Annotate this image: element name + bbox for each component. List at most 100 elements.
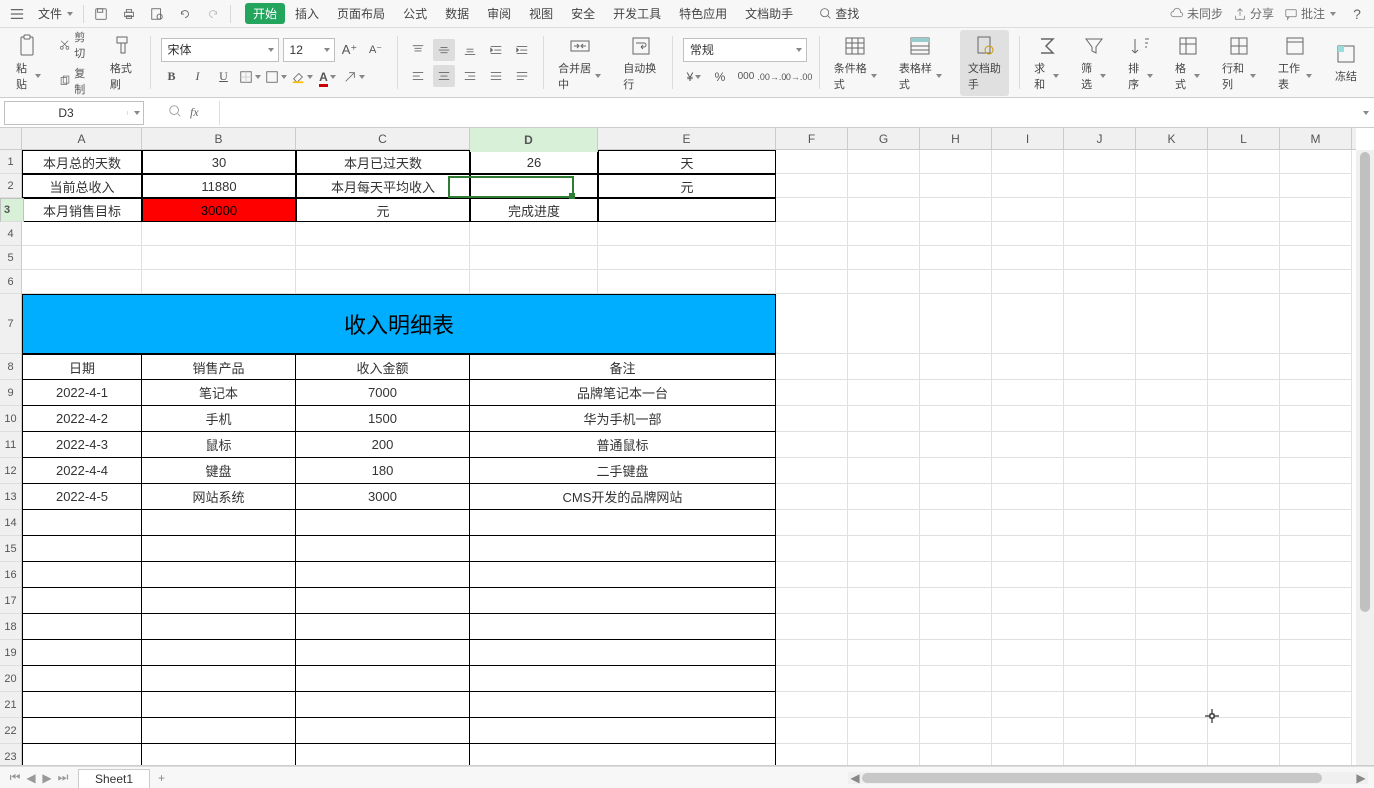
cell-E4[interactable] (598, 222, 776, 246)
filter-button[interactable]: 筛选 (1077, 34, 1110, 92)
cell[interactable] (1208, 246, 1280, 270)
col-header-B[interactable]: B (142, 128, 296, 149)
cell-amount-15[interactable] (296, 744, 470, 766)
clear-format-icon[interactable] (343, 66, 365, 88)
cell[interactable] (920, 432, 992, 458)
cell-L1[interactable] (1208, 150, 1280, 174)
comment-btn[interactable]: 批注 (1284, 5, 1336, 22)
cell[interactable] (776, 640, 848, 666)
undo-icon[interactable] (174, 3, 196, 25)
cell[interactable] (1208, 562, 1280, 588)
cell[interactable] (776, 666, 848, 692)
cell[interactable] (1208, 484, 1280, 510)
select-all-corner[interactable] (0, 128, 22, 150)
merge-button[interactable]: 合并居中 (554, 34, 605, 92)
tab-prev-icon[interactable]: ◀ (24, 771, 38, 785)
format-button[interactable]: 格式 (1171, 34, 1204, 92)
cell[interactable] (848, 270, 920, 294)
cell[interactable] (992, 246, 1064, 270)
cell-date-2[interactable]: 2022-4-2 (22, 406, 142, 432)
cell-date-15[interactable] (22, 744, 142, 766)
cell[interactable] (1064, 510, 1136, 536)
cell-I1[interactable] (992, 150, 1064, 174)
align-top-icon[interactable] (407, 39, 429, 61)
cell-remark-9[interactable] (470, 588, 776, 614)
increase-decimal-icon[interactable]: .00→.0 (761, 66, 783, 88)
cell-date-5[interactable]: 2022-4-5 (22, 484, 142, 510)
cell[interactable] (848, 458, 920, 484)
cell[interactable] (1064, 692, 1136, 718)
cell-J2[interactable] (1064, 174, 1136, 198)
col-header-E[interactable]: E (598, 128, 776, 149)
cell-product-2[interactable]: 手机 (142, 406, 296, 432)
cell[interactable] (776, 718, 848, 744)
cell[interactable] (920, 562, 992, 588)
cell[interactable] (776, 692, 848, 718)
cell[interactable] (848, 692, 920, 718)
help-icon[interactable]: ? (1346, 3, 1368, 25)
underline-icon[interactable]: U (213, 66, 235, 88)
distribute-icon[interactable] (511, 65, 533, 87)
cell-K2[interactable] (1136, 174, 1208, 198)
format-painter-button[interactable]: 格式刷 (106, 34, 140, 92)
cell[interactable] (1064, 406, 1136, 432)
unsync-btn[interactable]: 未同步 (1170, 5, 1223, 22)
cell[interactable] (992, 354, 1064, 380)
copy-button[interactable]: 复制 (59, 65, 92, 97)
redo-icon[interactable] (202, 3, 224, 25)
cell-L4[interactable] (1208, 222, 1280, 246)
cell[interactable] (992, 588, 1064, 614)
cell[interactable] (776, 432, 848, 458)
cell[interactable] (848, 744, 920, 766)
cell-I4[interactable] (992, 222, 1064, 246)
cell[interactable] (1208, 692, 1280, 718)
number-format-select[interactable]: 常规 (683, 38, 807, 62)
row-header-3[interactable]: 3 (0, 198, 24, 222)
cell-K3[interactable] (1136, 198, 1208, 222)
cell[interactable] (848, 666, 920, 692)
percent-icon[interactable]: % (709, 66, 731, 88)
cell[interactable] (598, 246, 776, 270)
cell[interactable] (848, 718, 920, 744)
cell[interactable] (1208, 588, 1280, 614)
cell[interactable] (1136, 588, 1208, 614)
cell[interactable] (1280, 484, 1352, 510)
decrease-decimal-icon[interactable]: .0→.00 (787, 66, 809, 88)
tab-start[interactable]: 开始 (245, 3, 285, 24)
cell-J4[interactable] (1064, 222, 1136, 246)
cell-H4[interactable] (920, 222, 992, 246)
cell[interactable] (992, 484, 1064, 510)
cell-date-4[interactable]: 2022-4-4 (22, 458, 142, 484)
cell[interactable] (1136, 458, 1208, 484)
cell[interactable] (848, 484, 920, 510)
align-middle-icon[interactable] (433, 39, 455, 61)
cell[interactable] (992, 380, 1064, 406)
cell-M2[interactable] (1280, 174, 1352, 198)
cell[interactable] (1208, 380, 1280, 406)
currency-icon[interactable]: ¥ (683, 66, 705, 88)
cell-amount-4[interactable]: 180 (296, 458, 470, 484)
tab-review[interactable]: 审阅 (479, 3, 519, 24)
cell[interactable] (992, 666, 1064, 692)
cell[interactable] (1280, 666, 1352, 692)
cell-J3[interactable] (1064, 198, 1136, 222)
cell[interactable] (1280, 536, 1352, 562)
col-header-M[interactable]: M (1280, 128, 1352, 149)
cell[interactable] (142, 246, 296, 270)
cell[interactable] (776, 246, 848, 270)
cell-product-7[interactable] (142, 536, 296, 562)
cell-product-11[interactable] (142, 640, 296, 666)
cell-B2[interactable]: 11880 (142, 174, 296, 198)
header-date[interactable]: 日期 (22, 354, 142, 380)
cell-product-8[interactable] (142, 562, 296, 588)
cell-K1[interactable] (1136, 150, 1208, 174)
cell[interactable] (776, 270, 848, 294)
cell[interactable] (1208, 458, 1280, 484)
cell-L3[interactable] (1208, 198, 1280, 222)
cell-B3[interactable]: 30000 (142, 198, 296, 222)
cell[interactable] (1208, 614, 1280, 640)
cell-date-11[interactable] (22, 640, 142, 666)
row-header-11[interactable]: 11 (0, 432, 21, 458)
horizontal-scrollbar[interactable]: ◀ ▶ (848, 772, 1368, 784)
cell[interactable] (1280, 458, 1352, 484)
